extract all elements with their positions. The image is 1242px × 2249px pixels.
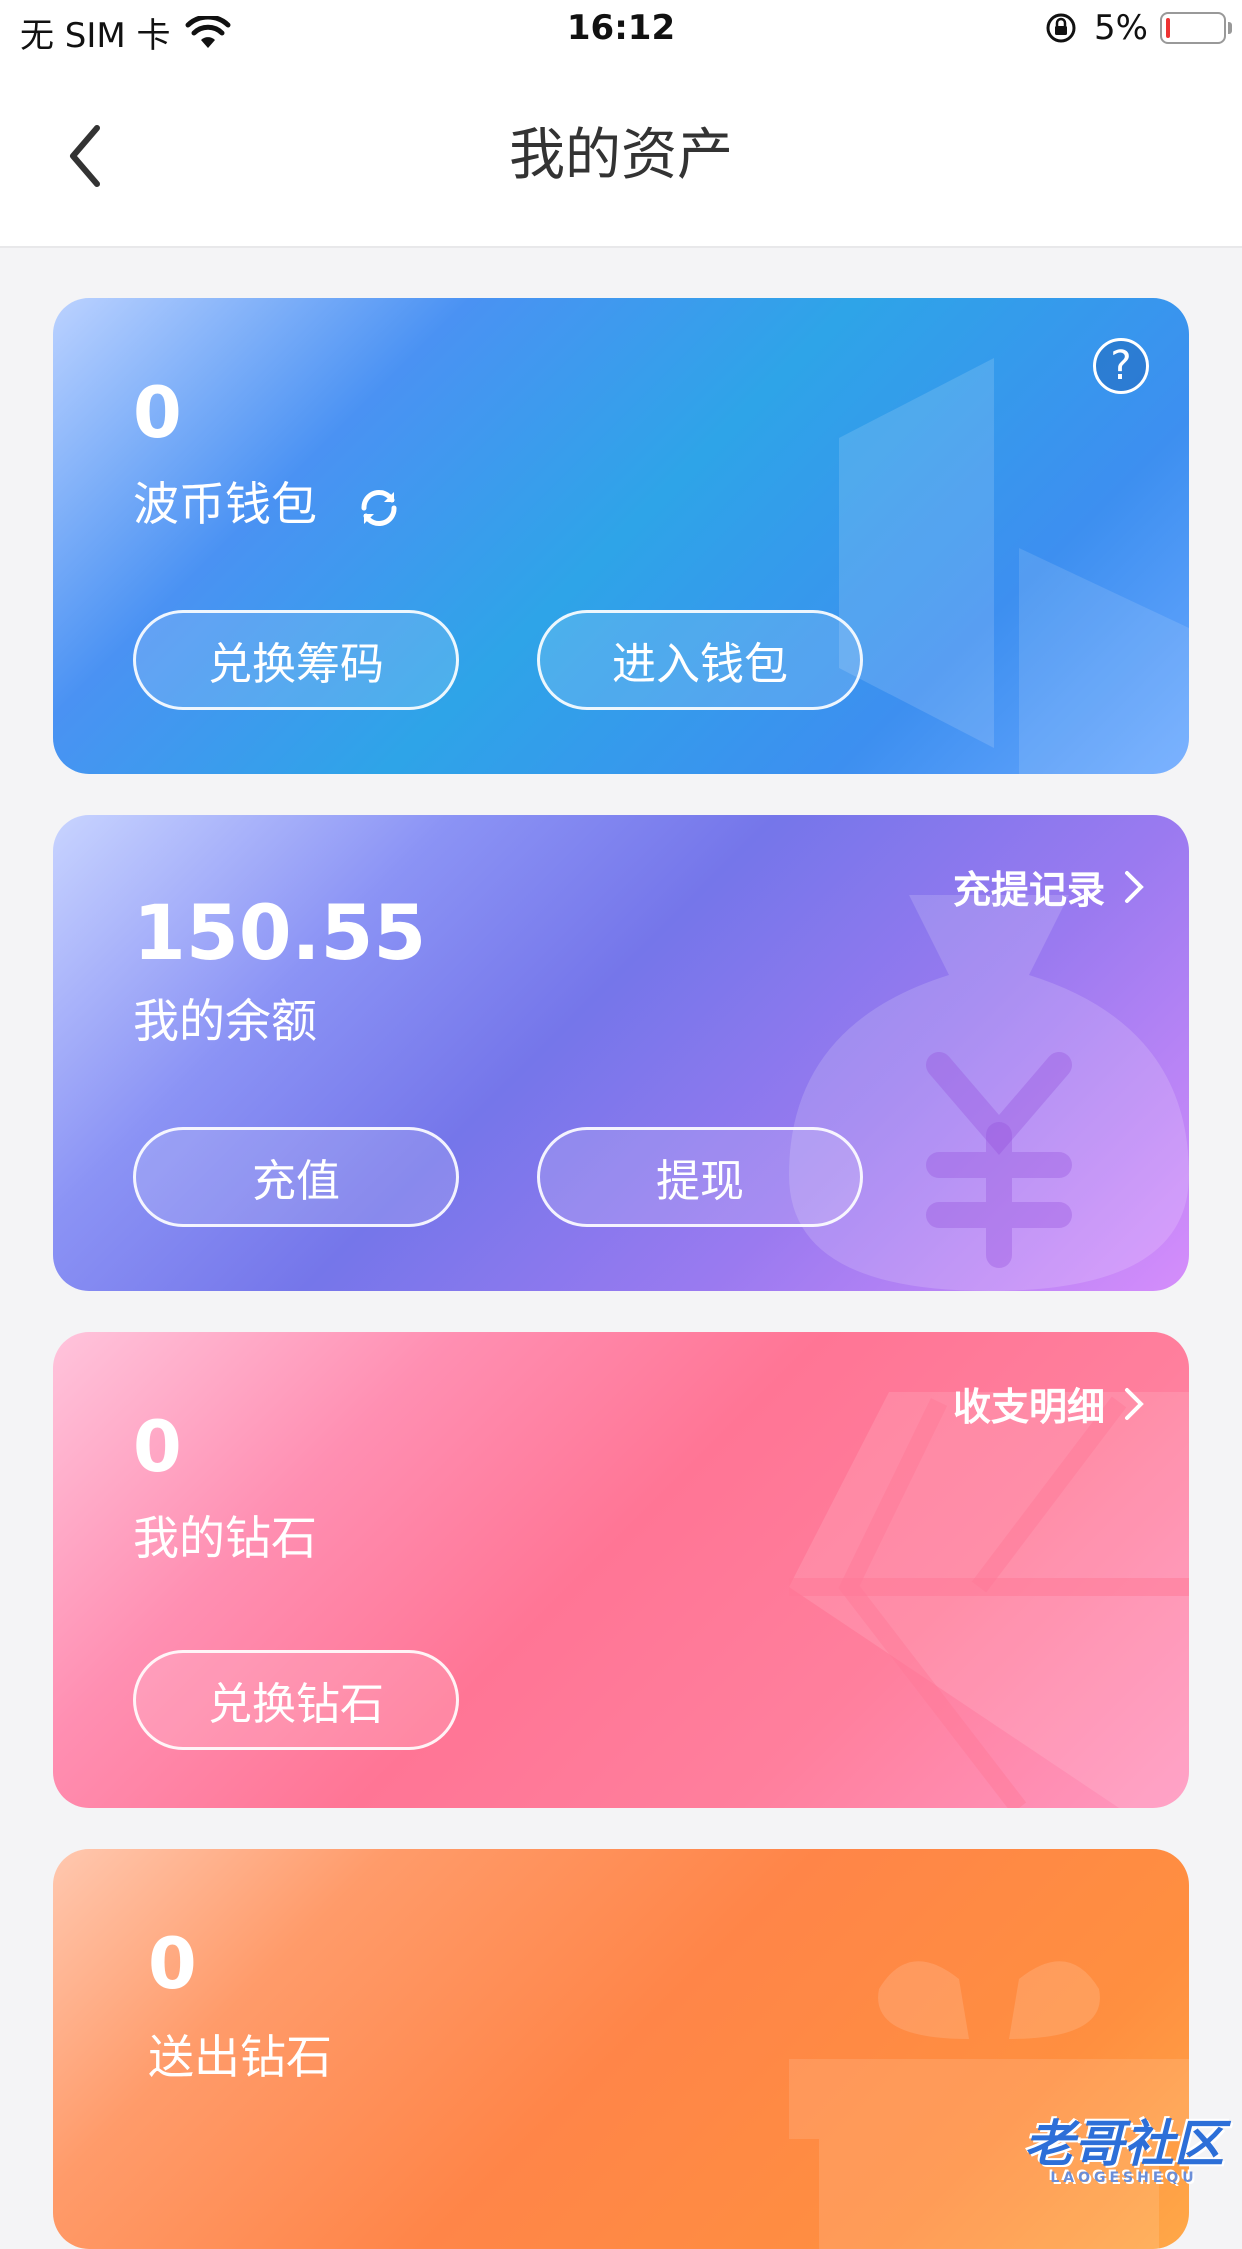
help-button[interactable]: ? bbox=[1093, 338, 1149, 394]
balance-label: 我的余额 bbox=[133, 994, 317, 1048]
page-title: 我的资产 bbox=[509, 123, 733, 188]
nav-bar: 我的资产 bbox=[0, 62, 1242, 248]
wallet-label-row: 波币钱包 bbox=[133, 468, 404, 534]
wallet-card: 0 波币钱包 ? 兑换筹码 进入钱包 bbox=[53, 298, 1189, 774]
income-expense-link[interactable]: 收支明细 bbox=[953, 1376, 1145, 1431]
balance-card: 150.55 我的余额 充提记录 充值 提现 bbox=[53, 815, 1189, 1291]
battery-percent: 5% bbox=[1094, 8, 1148, 48]
watermark-text: 老哥社区 bbox=[1024, 2115, 1224, 2173]
gift-icon bbox=[789, 1961, 1189, 2249]
wallet-decoration-icon bbox=[839, 358, 1189, 774]
status-right: 5% bbox=[1044, 8, 1232, 48]
sent-value: 0 bbox=[148, 1923, 197, 2005]
wallet-value: 0 bbox=[133, 372, 182, 454]
income-expense-label: 收支明细 bbox=[952, 1385, 1105, 1429]
orientation-lock-icon bbox=[1046, 13, 1076, 43]
battery-icon bbox=[1160, 12, 1232, 44]
recharge-record-link[interactable]: 充提记录 bbox=[953, 859, 1145, 914]
chevron-right-icon bbox=[1125, 1387, 1144, 1420]
enter-wallet-button[interactable]: 进入钱包 bbox=[537, 610, 863, 710]
refresh-icon[interactable] bbox=[354, 483, 404, 533]
recharge-button[interactable]: 充值 bbox=[133, 1127, 459, 1227]
diamond-decoration-icon bbox=[789, 1392, 1189, 1808]
money-bag-icon bbox=[789, 895, 1189, 1291]
chevron-right-icon bbox=[1125, 870, 1144, 903]
exchange-chips-button[interactable]: 兑换筹码 bbox=[133, 610, 459, 710]
watermark-logo: 老哥社区 LAOGESHEQU bbox=[1024, 2104, 1224, 2186]
diamond-value: 0 bbox=[133, 1406, 182, 1488]
exchange-diamond-button[interactable]: 兑换钻石 bbox=[133, 1650, 459, 1750]
withdraw-button[interactable]: 提现 bbox=[537, 1127, 863, 1227]
balance-value: 150.55 bbox=[133, 888, 427, 977]
sent-diamond-card: 0 送出钻石 bbox=[53, 1849, 1189, 2249]
sent-label: 送出钻石 bbox=[148, 2030, 332, 2084]
watermark-subtext: LAOGESHEQU bbox=[1050, 2170, 1198, 2186]
status-bar: 无 SIM 卡 16:12 5% bbox=[0, 0, 1242, 62]
diamond-card: 0 我的钻石 收支明细 兑换钻石 bbox=[53, 1332, 1189, 1808]
wallet-label: 波币钱包 bbox=[133, 477, 317, 531]
diamond-label: 我的钻石 bbox=[133, 1511, 317, 1565]
recharge-record-label: 充提记录 bbox=[952, 868, 1105, 912]
